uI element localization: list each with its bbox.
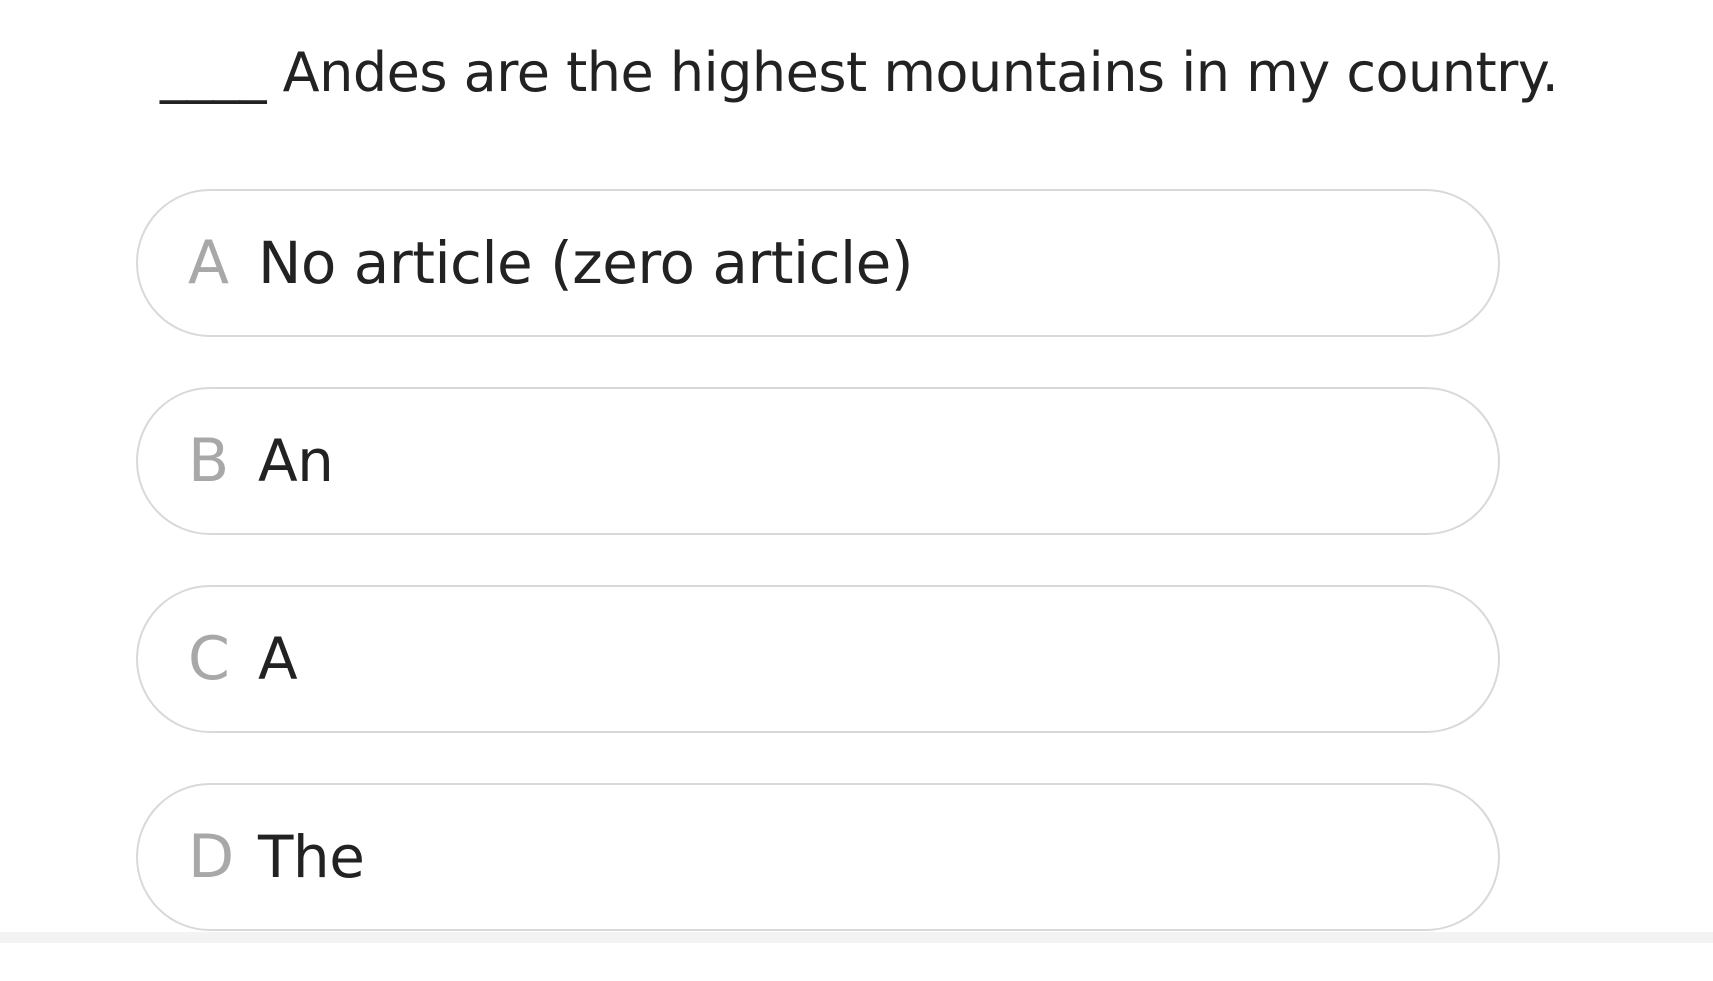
question-text: ____ Andes are the highest mountains in … xyxy=(160,41,1559,104)
option-label: No article (zero article) xyxy=(258,229,913,297)
option-d[interactable]: D The xyxy=(136,783,1500,931)
option-label: The xyxy=(258,823,365,891)
option-label: A xyxy=(258,625,298,693)
bottom-divider xyxy=(0,932,1713,943)
option-b[interactable]: B An xyxy=(136,387,1500,535)
option-label: An xyxy=(258,427,334,495)
option-c[interactable]: C A xyxy=(136,585,1500,733)
option-a[interactable]: A No article (zero article) xyxy=(136,189,1500,337)
option-letter: A xyxy=(188,228,230,298)
option-letter: D xyxy=(188,822,235,892)
option-letter: B xyxy=(188,426,230,496)
option-letter: C xyxy=(188,624,230,694)
answer-options: A No article (zero article) B An C A D T… xyxy=(136,189,1500,981)
